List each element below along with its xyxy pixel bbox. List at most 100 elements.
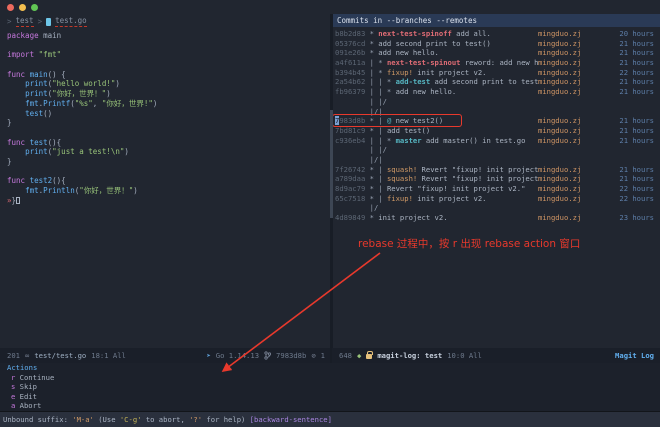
commit-author	[538, 203, 604, 213]
magit-log-header: Commits in --branches --remotes	[333, 14, 660, 27]
text-segment: | | *	[365, 77, 395, 86]
minimize-window-button[interactable]	[19, 4, 26, 11]
text-segment	[7, 79, 25, 88]
window-divider[interactable]	[330, 14, 333, 348]
commit-message: b394b45 | * fixup! init project v2.	[335, 68, 538, 78]
text-segment: "fmt"	[39, 50, 62, 59]
text-segment: func	[7, 138, 25, 147]
commit-row[interactable]: 8d9ac79 * | Revert "fixup! init project …	[335, 184, 660, 194]
breadcrumb-file[interactable]: test.go	[55, 16, 87, 27]
text-segment: * |	[365, 126, 387, 135]
scrollbar-thumb[interactable]	[330, 110, 333, 218]
code-line[interactable]: »}	[7, 196, 330, 206]
code-line[interactable]	[7, 41, 330, 51]
text-segment: a789daa	[335, 174, 365, 183]
code-area[interactable]: package main import "fmt" func main() { …	[0, 29, 330, 205]
text-segment: import	[7, 50, 34, 59]
commit-time	[604, 145, 660, 155]
commit-message: b8b2d83 * next-test-spinoff add all.	[335, 29, 538, 39]
commit-row[interactable]: a4f611a | * next-test-spinout reword: ad…	[335, 58, 660, 68]
text-segment: }	[7, 118, 12, 127]
cursor-position: 10:0 All	[447, 351, 482, 360]
text-segment: add master() in test.go	[422, 136, 526, 145]
transient-item-label: Edit	[15, 392, 37, 401]
maximize-window-button[interactable]	[31, 4, 38, 11]
commit-author: mingduo.zj	[538, 194, 604, 204]
commit-row[interactable]: 2a54b62 | | * add-test add second print …	[335, 77, 660, 87]
code-line[interactable]: func test2(){	[7, 176, 330, 186]
transient-item-edit[interactable]: e Edit	[7, 392, 660, 402]
text-segment: for help)	[202, 415, 250, 424]
language-version: Go 1.14.13	[216, 351, 259, 360]
commit-time: 22 hours	[604, 194, 660, 204]
breadcrumb-folder[interactable]: test	[16, 16, 34, 27]
commit-message: | |/	[335, 145, 538, 155]
commit-author: mingduo.zj	[538, 68, 604, 78]
commit-author	[538, 145, 604, 155]
titlebar[interactable]	[0, 0, 660, 14]
commit-row[interactable]: a789daa * | squash! Revert "fixup! init …	[335, 174, 660, 184]
text-segment: init project v2.	[378, 213, 447, 222]
commit-row[interactable]: c936eb4 | | * master add master() in tes…	[335, 136, 660, 146]
commit-message: 4d89849 * init project v2.	[335, 213, 538, 223]
code-line[interactable]: }	[7, 118, 330, 128]
commit-row[interactable]: 7f26742 * | squash! Revert "fixup! init …	[335, 165, 660, 175]
commit-row[interactable]: 091e26b * add new hello.mingduo.zj21 hou…	[335, 48, 660, 58]
text-segment: main	[30, 70, 48, 79]
commit-message: 2a54b62 | | * add-test add second print …	[335, 77, 538, 87]
code-line[interactable]: import "fmt"	[7, 50, 330, 60]
commit-row[interactable]: b8b2d83 * next-test-spinoff add all.ming…	[335, 29, 660, 39]
code-line[interactable]: fmt.Println("你好，世界！")	[7, 186, 330, 196]
text-segment: add second print to test()	[430, 77, 538, 86]
code-line[interactable]: test()	[7, 109, 330, 119]
text-segment: "%s"	[75, 99, 93, 108]
code-line[interactable]: print("just a test!\n")	[7, 147, 330, 157]
text-segment: (){	[52, 176, 66, 185]
modeline-left: 201 ∞ test/test.go 18:1 All ➤ Go 1.14.13…	[0, 348, 330, 363]
code-line[interactable]: func test(){	[7, 138, 330, 148]
code-line[interactable]: }	[7, 157, 330, 167]
commit-row[interactable]: b394b45 | * fixup! init project v2.mingd…	[335, 68, 660, 78]
graph-row: | |/	[335, 97, 660, 107]
commit-row[interactable]: fb96379 | | * add new hello.mingduo.zj21…	[335, 87, 660, 97]
text-segment: )	[106, 89, 111, 98]
transient-item-continue[interactable]: r Continue	[7, 373, 660, 383]
text-segment: package	[7, 31, 39, 40]
text-segment: Println	[43, 186, 75, 195]
commit-row[interactable]: 7983d8b * | @ new test2()mingduo.zj21 ho…	[335, 116, 660, 126]
modeline-buffer-name: magit-log: test	[377, 351, 442, 360]
text-segment: )	[133, 186, 138, 195]
text-segment: add new hello.	[396, 87, 457, 96]
cursor-position: 18:1 All	[91, 351, 126, 360]
text-segment: c936eb4	[335, 136, 365, 145]
commit-row[interactable]: 7bd81c9 * | add test()mingduo.zj21 hours	[335, 126, 660, 136]
code-line[interactable]: func main() {	[7, 70, 330, 80]
commit-message: c936eb4 | | * master add master() in tes…	[335, 136, 538, 146]
lock-icon	[366, 354, 372, 359]
text-segment: Revert "fixup! init project v	[417, 165, 538, 174]
code-line[interactable]	[7, 60, 330, 70]
text-segment: | | *	[365, 136, 395, 145]
annotation-label: rebase 过程中，按 r 出现 rebase action 窗口	[358, 236, 580, 251]
commit-row[interactable]: 05376cd * add second print to test()ming…	[335, 39, 660, 49]
text-segment: *	[365, 39, 378, 48]
text-segment: fixup!	[387, 194, 413, 203]
transient-item-abort[interactable]: a Abort	[7, 401, 660, 411]
code-line[interactable]: print("你好，世界！")	[7, 89, 330, 99]
text-segment: func	[7, 70, 25, 79]
commit-row[interactable]: 4d89849 * init project v2.mingduo.zj23 h…	[335, 213, 660, 223]
text-segment: [backward-sentence]	[250, 415, 332, 424]
text-segment: squash!	[387, 165, 417, 174]
commit-author: mingduo.zj	[538, 48, 604, 58]
text-segment: |/	[335, 203, 378, 212]
code-line[interactable]: package main	[7, 31, 330, 41]
code-line[interactable]	[7, 128, 330, 138]
code-line[interactable]	[7, 167, 330, 177]
commit-row[interactable]: 65c7518 * | fixup! init project v2.mingd…	[335, 194, 660, 204]
transient-item-skip[interactable]: s Skip	[7, 382, 660, 392]
code-line[interactable]: fmt.Printf("%s", "你好，世界!")	[7, 99, 330, 109]
code-line[interactable]: print("hello world!")	[7, 79, 330, 89]
text-segment: add all.	[452, 29, 491, 38]
close-window-button[interactable]	[7, 4, 14, 11]
text-segment: func	[7, 176, 25, 185]
